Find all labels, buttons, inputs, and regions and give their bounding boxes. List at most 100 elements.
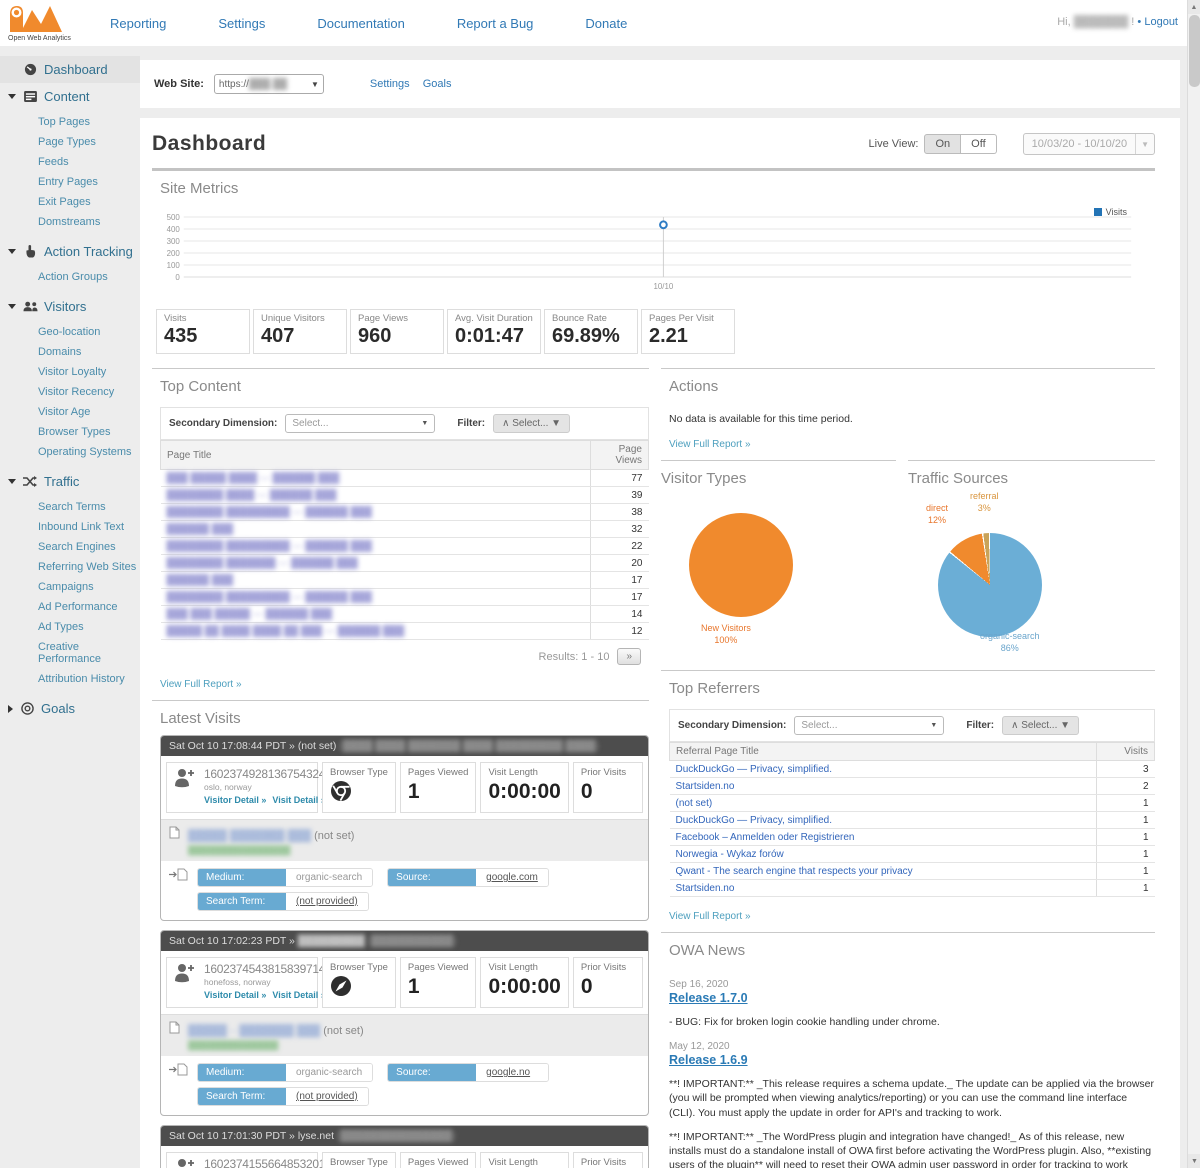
table-row[interactable]: ███ █████ ████ — ██████ ███77 <box>161 470 649 487</box>
sidebar-item-inbound-link-text[interactable]: Inbound Link Text <box>38 517 140 537</box>
referrer-link[interactable]: Startsiden.no <box>676 883 735 894</box>
referrer-link[interactable]: (not set) <box>676 798 713 809</box>
sidebar-item-search-engines[interactable]: Search Engines <box>38 537 140 557</box>
sidebar-item-action-tracking[interactable]: Action Tracking <box>0 238 140 265</box>
top-content-view-full-report-link[interactable]: View Full Report » <box>160 679 649 690</box>
secondary-dimension-select[interactable]: Select... ▼ <box>794 716 944 735</box>
col-referral-page-title[interactable]: Referral Page Title <box>670 743 1097 761</box>
table-row[interactable]: DuckDuckGo — Privacy, simplified.1 <box>670 812 1155 829</box>
sidebar-item-referring-web-sites[interactable]: Referring Web Sites <box>38 557 140 577</box>
window-scrollbar[interactable]: ▲ ▼ <box>1187 0 1200 1168</box>
scroll-down-arrow[interactable]: ▼ <box>1188 1154 1200 1168</box>
page-title-link[interactable]: █████ ███████ ███ <box>188 830 311 842</box>
sidebar-item-domains[interactable]: Domains <box>38 342 140 362</box>
table-row[interactable]: Startsiden.no1 <box>670 880 1155 897</box>
release-link[interactable]: Release 1.7.0 <box>669 991 1155 1005</box>
sidebar-item-page-types[interactable]: Page Types <box>38 132 140 152</box>
page-title-link[interactable]: ████████ █████████ — ██████ ███ <box>167 507 372 518</box>
page-title-link[interactable]: █████ ██ ████ ████ ██ ███ — ██████ ███ <box>167 626 405 637</box>
website-settings-link[interactable]: Settings <box>370 78 410 90</box>
nav-report-a-bug[interactable]: Report a Bug <box>457 16 534 31</box>
table-row[interactable]: ████████ ███████ — ██████ ███20 <box>161 555 649 572</box>
sidebar-item-geo-location[interactable]: Geo-location <box>38 322 140 342</box>
site-metrics-chart[interactable]: 500 400 300 200 100 0 10/10 Visits <box>152 205 1155 293</box>
nav-settings[interactable]: Settings <box>218 16 265 31</box>
sidebar-item-domstreams[interactable]: Domstreams <box>38 212 140 232</box>
page-title-link[interactable]: █████ – ███████ ███ <box>188 1025 320 1037</box>
actions-view-full-report-link[interactable]: View Full Report » <box>669 439 1155 450</box>
sidebar-item-traffic[interactable]: Traffic <box>0 468 140 495</box>
visitor-types-pie-chart[interactable]: New Visitors100% <box>661 495 896 670</box>
release-link[interactable]: Release 1.6.9 <box>669 1053 1155 1067</box>
search-term-value[interactable]: (not provided) <box>286 1088 368 1105</box>
referrer-link[interactable]: DuckDuckGo — Privacy, simplified. <box>676 815 833 826</box>
owa-logo[interactable]: Open Web Analytics <box>0 4 110 42</box>
table-row[interactable]: Qwant - The search engine that respects … <box>670 863 1155 880</box>
referrer-link[interactable]: Norwegia - Wykaz forów <box>676 849 784 860</box>
sidebar-item-feeds[interactable]: Feeds <box>38 152 140 172</box>
sidebar-item-visitor-age[interactable]: Visitor Age <box>38 402 140 422</box>
sidebar-item-search-terms[interactable]: Search Terms <box>38 497 140 517</box>
referrer-link[interactable]: Facebook – Anmelden oder Registrieren <box>676 832 855 843</box>
sidebar-item-visitor-loyalty[interactable]: Visitor Loyalty <box>38 362 140 382</box>
next-page-button[interactable]: » <box>617 648 641 665</box>
col-visits[interactable]: Visits <box>1097 743 1155 761</box>
website-select[interactable]: https://███.██ ▼ <box>214 74 324 94</box>
col-page-views[interactable]: Page Views <box>591 441 649 470</box>
table-row[interactable]: ████████ █████████ — ██████ ███38 <box>161 504 649 521</box>
sidebar-item-ad-performance[interactable]: Ad Performance <box>38 597 140 617</box>
sidebar-item-campaigns[interactable]: Campaigns <box>38 577 140 597</box>
sidebar-item-content[interactable]: Content <box>0 83 140 110</box>
sidebar-item-browser-types[interactable]: Browser Types <box>38 422 140 442</box>
table-row[interactable]: (not set)1 <box>670 795 1155 812</box>
table-row[interactable]: Facebook – Anmelden oder Registrieren1 <box>670 829 1155 846</box>
table-row[interactable]: ████████ █████████ — ██████ ███17 <box>161 589 649 606</box>
chevron-right-icon[interactable] <box>8 705 13 713</box>
live-view-off-button[interactable]: Off <box>961 134 996 154</box>
secondary-dimension-select[interactable]: Select... ▼ <box>285 414 435 433</box>
page-title-link[interactable]: ████████ ████ — ██████ ███ <box>167 490 337 501</box>
visit-detail-link[interactable]: Visit Detail » <box>272 795 325 805</box>
page-title-link[interactable]: ████████ ███████ — ██████ ███ <box>167 558 358 569</box>
filter-select-button[interactable]: ∧ Select... ▼ <box>493 414 570 433</box>
page-title-link[interactable]: ██████ ███ <box>167 524 234 535</box>
sidebar-item-operating-systems[interactable]: Operating Systems <box>38 442 140 462</box>
filter-select-button[interactable]: ∧ Select... ▼ <box>1002 716 1079 735</box>
table-row[interactable]: ████████ ████ — ██████ ███39 <box>161 487 649 504</box>
referrer-link[interactable]: Qwant - The search engine that respects … <box>676 866 913 877</box>
sidebar-item-dashboard[interactable]: Dashboard <box>0 56 140 83</box>
visitor-detail-link[interactable]: Visitor Detail » <box>204 990 266 1000</box>
nav-reporting[interactable]: Reporting <box>110 16 166 31</box>
sidebar-item-goals[interactable]: Goals <box>0 695 140 722</box>
nav-donate[interactable]: Donate <box>585 16 627 31</box>
sidebar-item-visitors[interactable]: Visitors <box>0 293 140 320</box>
source-link[interactable]: google.com <box>476 869 548 886</box>
table-row[interactable]: █████ ██ ████ ████ ██ ███ — ██████ ███12 <box>161 623 649 640</box>
live-view-on-button[interactable]: On <box>924 134 961 154</box>
table-row[interactable]: ██████ ███17 <box>161 572 649 589</box>
visitor-detail-link[interactable]: Visitor Detail » <box>204 795 266 805</box>
sidebar-item-ad-types[interactable]: Ad Types <box>38 617 140 637</box>
chevron-down-icon[interactable] <box>8 304 16 309</box>
website-goals-link[interactable]: Goals <box>423 78 452 90</box>
referrer-link[interactable]: DuckDuckGo — Privacy, simplified. <box>676 764 833 775</box>
table-row[interactable]: ██████ ███32 <box>161 521 649 538</box>
table-row[interactable]: DuckDuckGo — Privacy, simplified.3 <box>670 761 1155 778</box>
page-title-link[interactable]: ███ █████ ████ — ██████ ███ <box>167 473 340 484</box>
table-row[interactable]: ████████ █████████ — ██████ ███22 <box>161 538 649 555</box>
page-title-link[interactable]: ███ ███ █████ — ██████ ███ <box>167 609 333 620</box>
visit-detail-link[interactable]: Visit Detail » <box>272 990 325 1000</box>
sidebar-item-entry-pages[interactable]: Entry Pages <box>38 172 140 192</box>
page-title-link[interactable]: ██████ ███ <box>167 575 234 586</box>
source-link[interactable]: google.no <box>476 1064 548 1081</box>
sidebar-item-visitor-recency[interactable]: Visitor Recency <box>38 382 140 402</box>
search-term-value[interactable]: (not provided) <box>286 893 368 910</box>
sidebar-item-top-pages[interactable]: Top Pages <box>38 112 140 132</box>
scroll-up-arrow[interactable]: ▲ <box>1188 0 1200 14</box>
page-title-link[interactable]: ████████ █████████ — ██████ ███ <box>167 592 372 603</box>
nav-documentation[interactable]: Documentation <box>317 16 404 31</box>
scrollbar-thumb[interactable] <box>1189 15 1200 87</box>
sidebar-item-action-groups[interactable]: Action Groups <box>38 267 140 287</box>
table-row[interactable]: ███ ███ █████ — ██████ ███14 <box>161 606 649 623</box>
table-row[interactable]: Norwegia - Wykaz forów1 <box>670 846 1155 863</box>
